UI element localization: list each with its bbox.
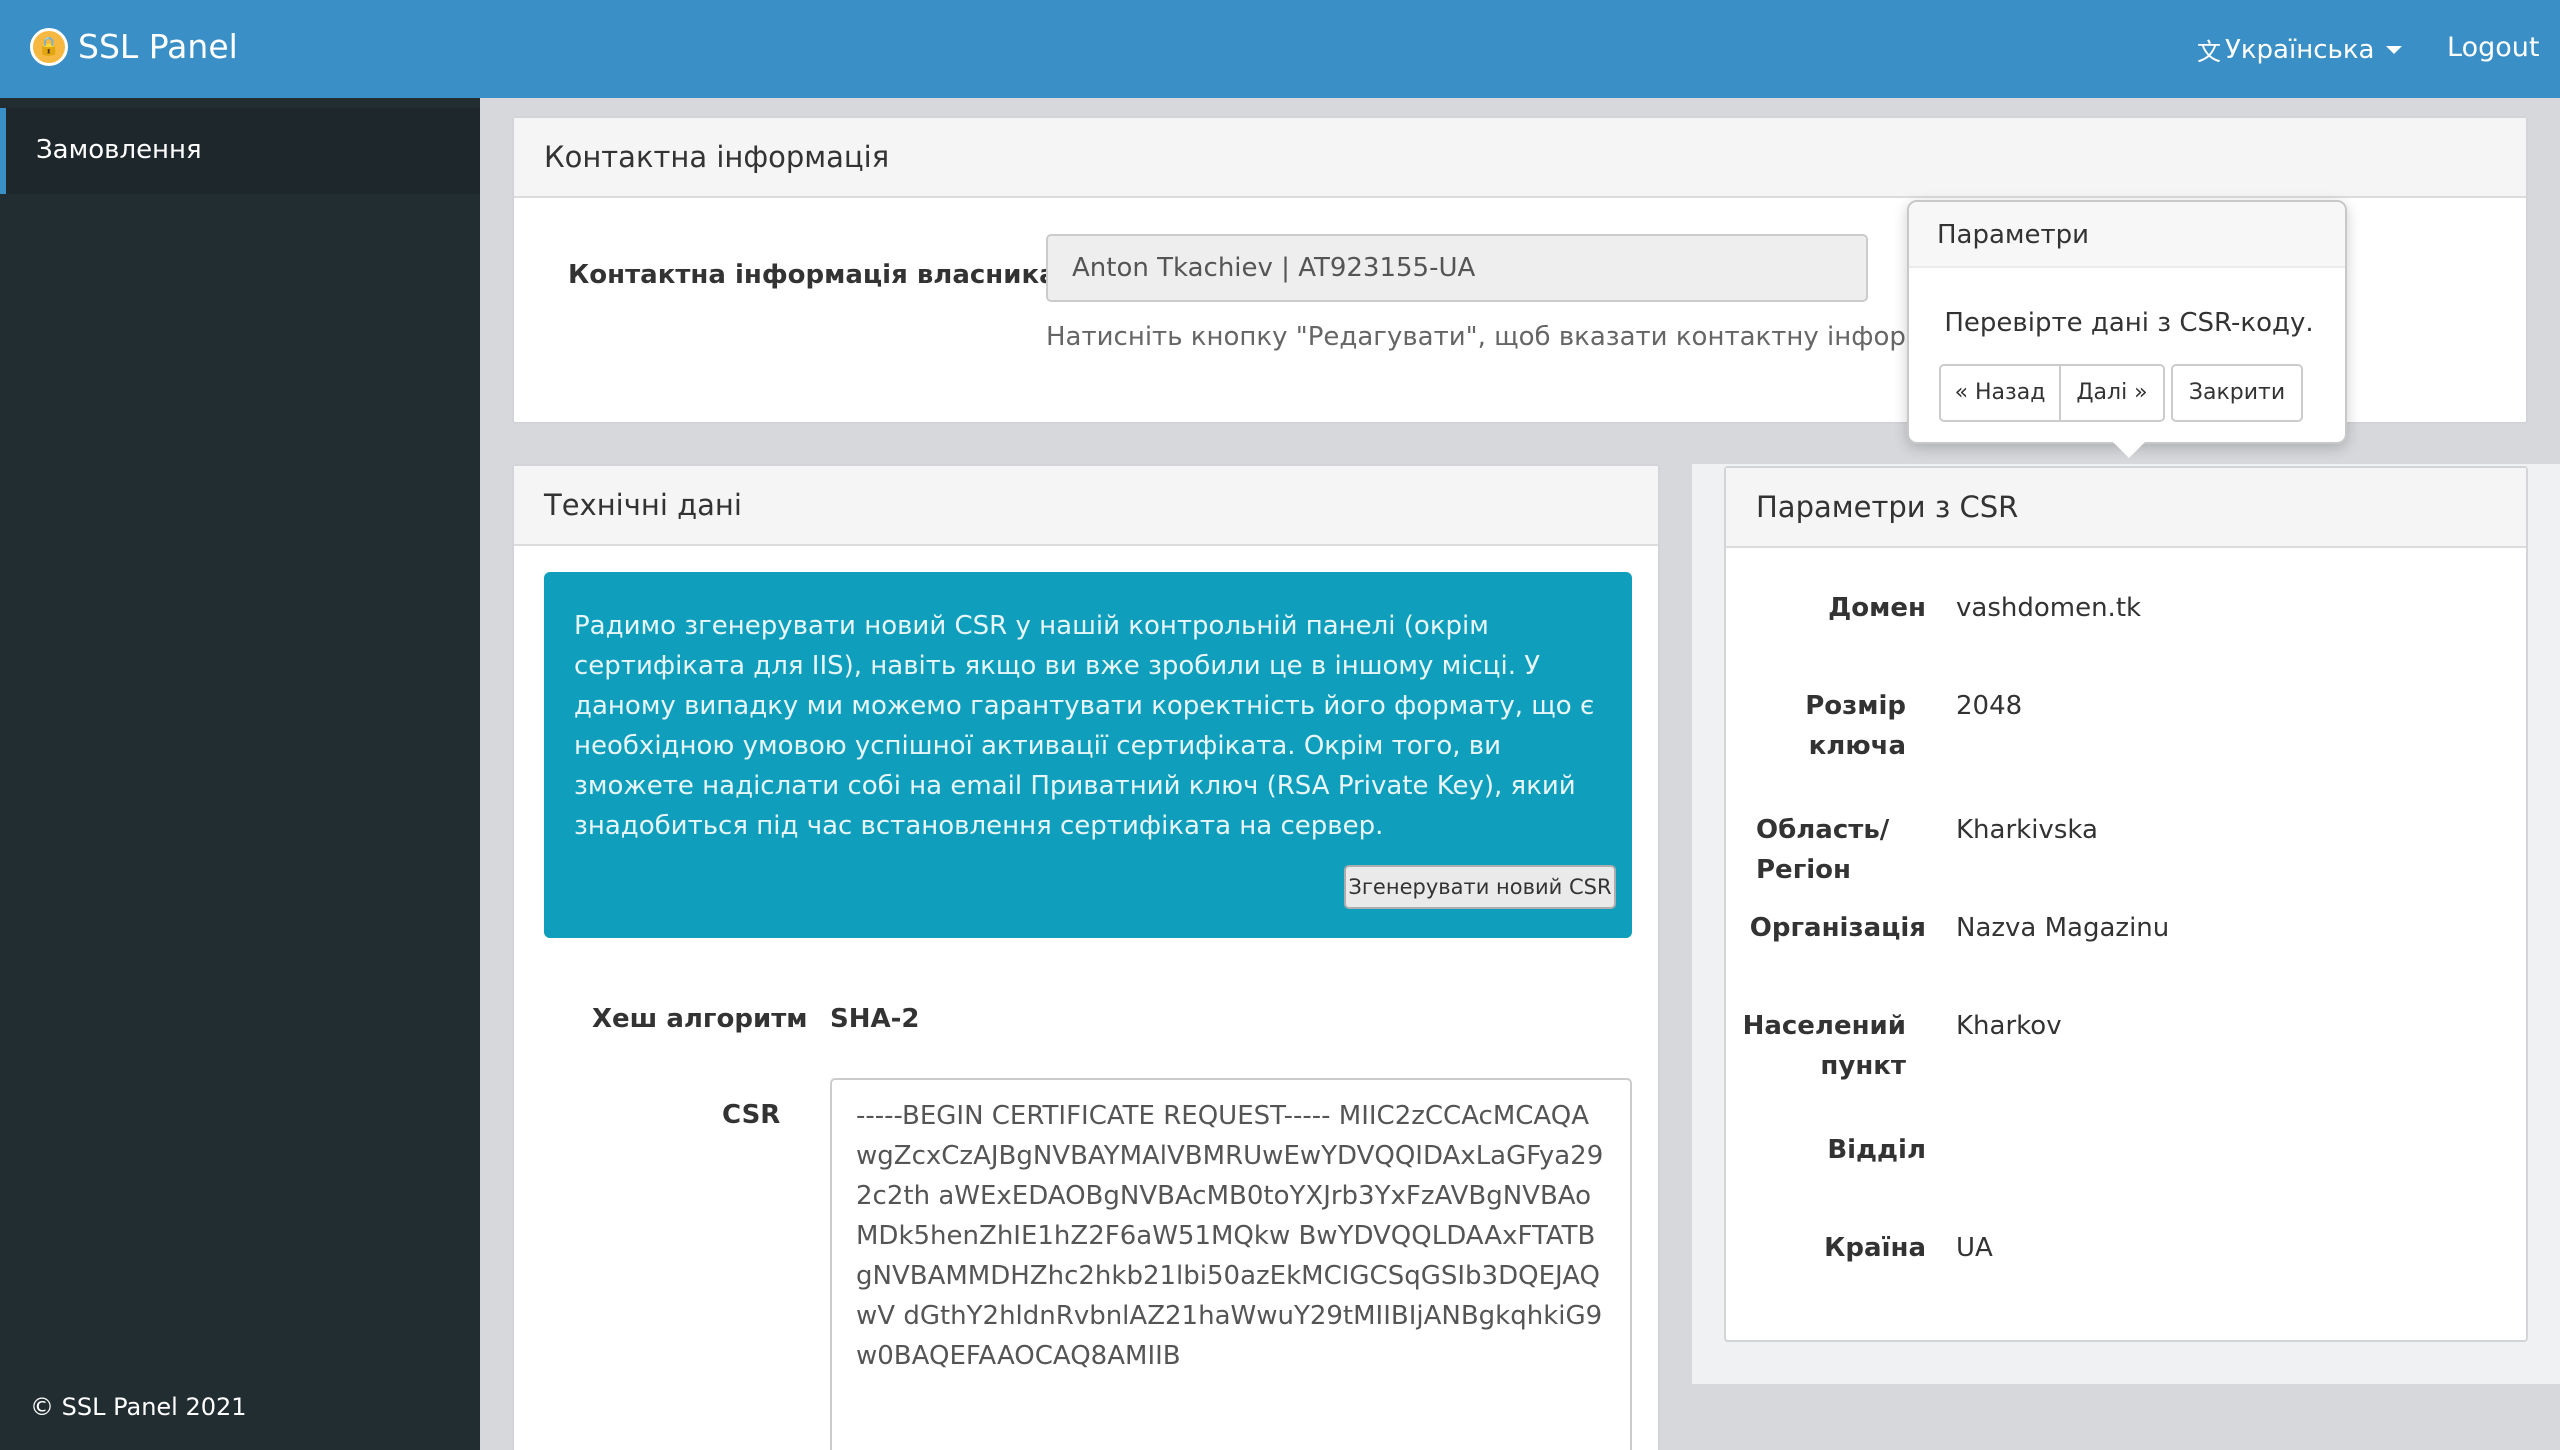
close-button[interactable]: Закрити bbox=[2171, 364, 2303, 422]
locality-label: Населений пункт bbox=[1742, 1011, 1906, 1081]
csr-label: CSR bbox=[722, 1100, 781, 1130]
locality-value: Kharkov bbox=[1956, 1011, 2062, 1041]
contact-help-text: Натисніть кнопку "Редагувати", щоб вказа… bbox=[1046, 322, 2029, 352]
department-label: Відділ bbox=[1827, 1135, 1926, 1165]
translate-icon: 文 bbox=[2197, 38, 2221, 66]
hash-algorithm-label: Хеш алгоритм bbox=[592, 1004, 808, 1034]
sidebar-item-label: Замовлення bbox=[36, 135, 202, 165]
language-label: Українська bbox=[2225, 34, 2375, 65]
language-selector[interactable]: 文 Українська bbox=[2197, 32, 2403, 67]
region-label: Область/Регіон bbox=[1756, 815, 1890, 885]
country-label: Країна bbox=[1824, 1233, 1926, 1263]
organization-label: Організація bbox=[1749, 913, 1926, 943]
organization-value: Nazva Magazinu bbox=[1956, 913, 2170, 943]
popover-button-group: « Назад Далі » Закрити bbox=[1939, 364, 2303, 422]
lock-icon: 🔒 bbox=[30, 27, 68, 66]
hash-algorithm-value: SHA-2 bbox=[830, 1004, 920, 1034]
domain-value: vashdomen.tk bbox=[1956, 593, 2142, 623]
csr-params-title: Параметри з CSR bbox=[1726, 468, 2526, 548]
country-value: UA bbox=[1956, 1233, 1993, 1263]
key-size-label: Розмір ключа bbox=[1805, 691, 1906, 761]
top-navbar: 🔒 SSL Panel 文 Українська Logout bbox=[0, 0, 2560, 98]
key-size-value: 2048 bbox=[1956, 691, 2023, 721]
csr-textarea[interactable]: -----BEGIN CERTIFICATE REQUEST----- MIIC… bbox=[830, 1078, 1632, 1450]
generate-csr-button[interactable]: Згенерувати новий CSR bbox=[1344, 865, 1616, 909]
sidebar: Замовлення bbox=[0, 98, 480, 1450]
brand[interactable]: 🔒 SSL Panel bbox=[30, 27, 238, 66]
csr-params-panel: Параметри з CSR Домен vashdomen.tk Розмі… bbox=[1724, 466, 2528, 1342]
csr-info-text: Радимо згенерувати новий CSR у нашій кон… bbox=[574, 611, 1595, 841]
sidebar-item-orders[interactable]: Замовлення bbox=[0, 108, 480, 194]
technical-panel-title: Технічні дані bbox=[514, 466, 1658, 546]
technical-panel: Технічні дані Радимо згенерувати новий C… bbox=[512, 464, 1660, 1450]
chevron-down-icon bbox=[2386, 45, 2403, 54]
domain-label: Домен bbox=[1828, 593, 1926, 623]
copyright: © SSL Panel 2021 bbox=[30, 1393, 247, 1421]
owner-contact-field[interactable]: Anton Tkachiev | AT923155-UA bbox=[1046, 234, 1868, 302]
region-value: Kharkivska bbox=[1956, 815, 2098, 845]
next-button[interactable]: Далі » bbox=[2061, 364, 2165, 422]
owner-contact-label: Контактна інформація власника bbox=[568, 260, 1057, 290]
logout-link[interactable]: Logout bbox=[2447, 32, 2539, 63]
popover-arrow bbox=[2113, 442, 2145, 458]
contact-panel-title: Контактна інформація bbox=[514, 118, 2526, 198]
popover-content: Перевірте дані з CSR-коду. bbox=[1944, 308, 2314, 338]
brand-name: SSL Panel bbox=[78, 27, 238, 66]
tour-popover: Параметри Перевірте дані з CSR-коду. « Н… bbox=[1907, 200, 2347, 444]
popover-title: Параметри bbox=[1909, 202, 2345, 268]
csr-info-alert: Радимо згенерувати новий CSR у нашій кон… bbox=[544, 572, 1632, 938]
back-button[interactable]: « Назад bbox=[1939, 364, 2061, 422]
